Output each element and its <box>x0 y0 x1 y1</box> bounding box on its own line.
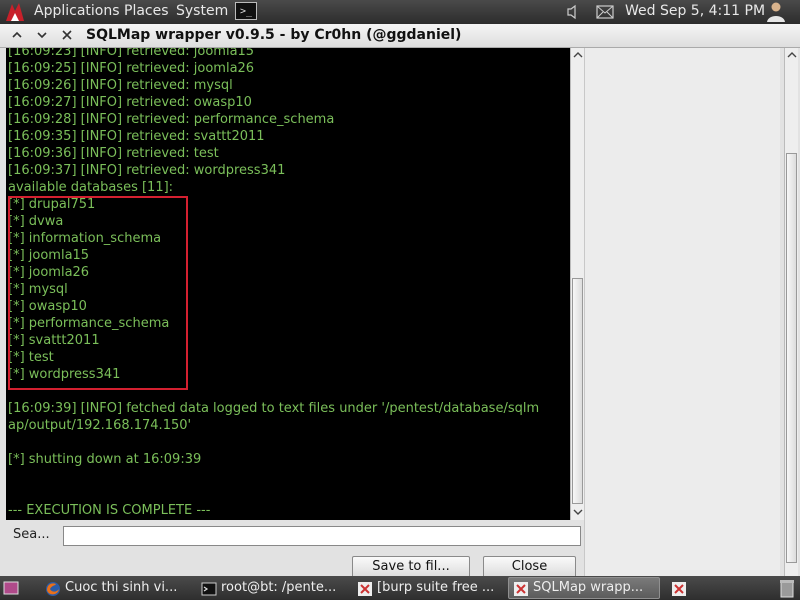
taskbar: Cuoc thi sinh vi... root@bt: /pente... [… <box>0 576 800 600</box>
minimize-chevron-icon[interactable] <box>10 28 24 42</box>
menu-places[interactable]: Places <box>124 3 169 19</box>
search-label: Sea... <box>13 527 50 542</box>
window-scrollbar[interactable] <box>784 48 798 576</box>
maximize-chevron-icon[interactable] <box>35 28 49 42</box>
taskbar-item-sqlmap-wrapper[interactable]: SQLMap wrapp... <box>508 577 660 599</box>
terminal-icon <box>201 582 217 596</box>
window-title: SQLMap wrapper v0.9.5 - by Cr0hn (@ggdan… <box>86 27 462 43</box>
console-lines: [16:09:23] [INFO] retrieved: joomla15 [16… <box>8 48 570 519</box>
menu-applications[interactable]: Applications <box>34 3 120 19</box>
console-line: available databases [11]: <box>8 180 174 195</box>
taskbar-item-label: root@bt: /pente... <box>221 580 337 595</box>
console-line: [16:09:37] [INFO] retrieved: wordpress34… <box>8 163 286 178</box>
close-icon[interactable] <box>60 28 74 42</box>
trash-icon[interactable] <box>778 578 796 598</box>
console-line: [16:09:23] [INFO] retrieved: joomla15 <box>8 48 255 59</box>
console-scroll-thumb[interactable] <box>572 278 583 504</box>
mail-icon[interactable] <box>596 5 614 19</box>
console-line: [*] test <box>8 350 54 365</box>
console-line: [16:09:39] [INFO] fetched data logged to… <box>8 401 540 416</box>
scroll-up-arrow-icon[interactable] <box>573 50 583 60</box>
console-line: [16:09:35] [INFO] retrieved: svattt2011 <box>8 129 265 144</box>
taskbar-item-label: [burp suite free ... <box>377 580 495 595</box>
scroll-up-arrow-icon[interactable] <box>787 50 797 60</box>
terminal-launcher-icon[interactable]: >_ <box>235 2 257 20</box>
taskbar-item-burp-suite[interactable]: [burp suite free ... <box>352 577 502 599</box>
console-line: [*] wordpress341 <box>8 367 121 382</box>
window-scroll-thumb[interactable] <box>786 153 797 563</box>
console-line: [16:09:26] [INFO] retrieved: mysql <box>8 78 233 93</box>
console-line: [*] dvwa <box>8 214 64 229</box>
console-line: ap/output/192.168.174.150' <box>8 418 192 433</box>
console-line: [*] performance_schema <box>8 316 170 331</box>
volume-icon[interactable] <box>566 4 580 20</box>
show-desktop-icon[interactable] <box>3 580 19 596</box>
top-panel: Applications Places System >_ Wed Sep 5,… <box>0 0 800 24</box>
save-to-file-button[interactable]: Save to fil... <box>352 556 470 578</box>
menu-system[interactable]: System <box>176 3 228 19</box>
java-icon <box>358 582 372 596</box>
console-line: [*] joomla26 <box>8 265 90 280</box>
firefox-icon <box>46 582 60 596</box>
console-line: [*] shutting down at 16:09:39 <box>8 452 202 467</box>
backtrack-dragon-icon[interactable] <box>3 1 27 23</box>
clock[interactable]: Wed Sep 5, 4:11 PM <box>625 3 765 19</box>
user-icon[interactable] <box>765 1 787 23</box>
java-icon <box>514 582 528 596</box>
console-line: [16:09:28] [INFO] retrieved: performance… <box>8 112 335 127</box>
taskbar-item-label: Cuoc thi sinh vi... <box>65 580 178 595</box>
taskbar-item-firefox[interactable]: Cuoc thi sinh vi... <box>40 577 190 599</box>
console-line: --- EXECUTION IS COMPLETE --- <box>8 503 211 518</box>
console-line: [*] svattt2011 <box>8 333 100 348</box>
console-output[interactable]: [16:09:23] [INFO] retrieved: joomla15 [16… <box>6 48 570 520</box>
right-panel <box>584 48 780 576</box>
console-line: [*] mysql <box>8 282 68 297</box>
taskbar-item-terminal[interactable]: root@bt: /pente... <box>196 577 346 599</box>
search-input[interactable] <box>63 526 581 546</box>
taskbar-item-label: SQLMap wrapp... <box>533 580 644 595</box>
close-button[interactable]: Close <box>483 556 576 578</box>
taskbar-item-unlabeled[interactable] <box>666 577 690 599</box>
window-title-bar[interactable]: SQLMap wrapper v0.9.5 - by Cr0hn (@ggdan… <box>0 24 800 48</box>
console-line: [16:09:36] [INFO] retrieved: test <box>8 146 219 161</box>
console-line: [*] information_schema <box>8 231 162 246</box>
console-line: [16:09:27] [INFO] retrieved: owasp10 <box>8 95 252 110</box>
java-icon <box>672 582 686 596</box>
scroll-down-arrow-icon[interactable] <box>573 507 583 517</box>
console-line: [16:09:25] [INFO] retrieved: joomla26 <box>8 61 255 76</box>
console-scrollbar[interactable] <box>570 48 584 520</box>
app-content: [16:09:23] [INFO] retrieved: joomla15 [16… <box>0 48 800 578</box>
console-line: [*] owasp10 <box>8 299 87 314</box>
console-line: [*] joomla15 <box>8 248 90 263</box>
console-line: [*] drupal751 <box>8 197 96 212</box>
